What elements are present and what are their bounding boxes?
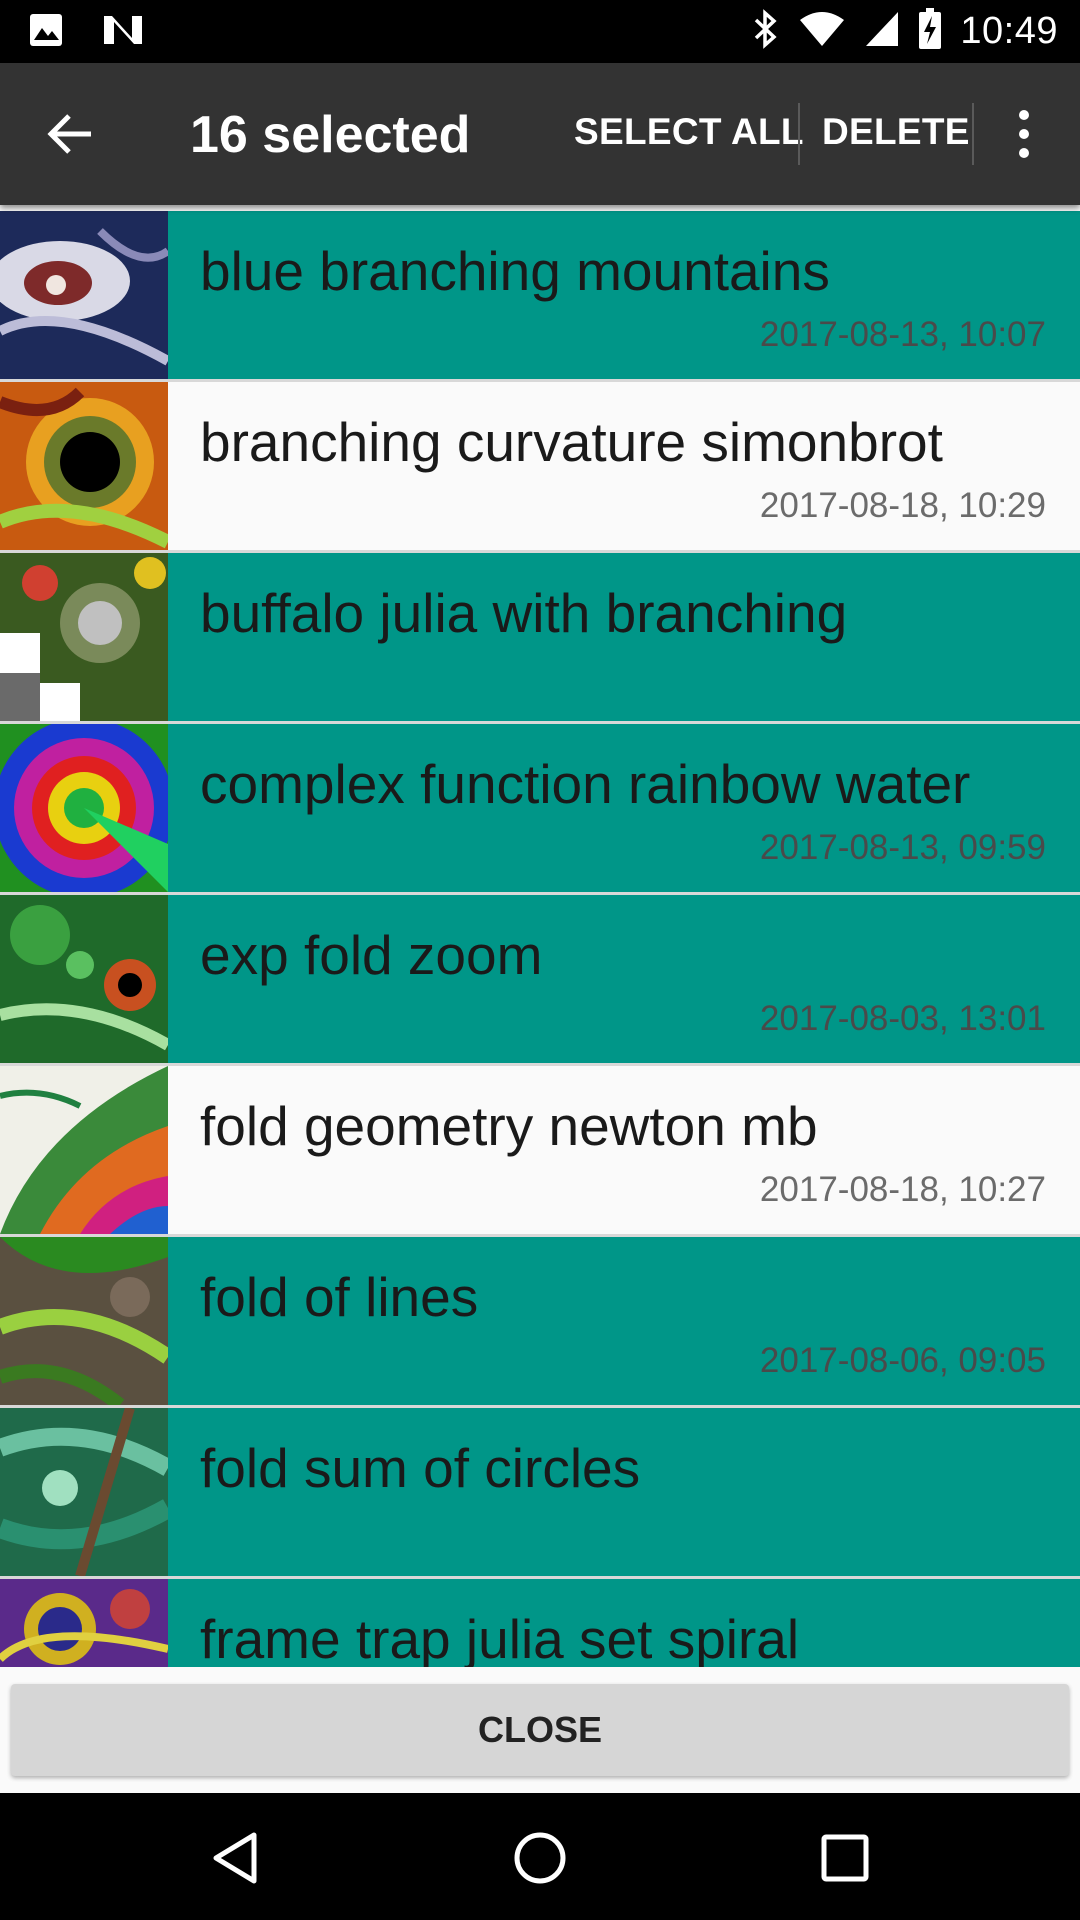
item-date: 2017-08-18, 10:29 [759, 486, 1046, 525]
item-title: complex function rainbow water [200, 753, 971, 815]
item-date: 2017-08-13, 10:07 [759, 315, 1046, 354]
select-all-button[interactable]: SELECT ALL [574, 111, 804, 153]
item-date: 2017-08-03, 13:01 [759, 999, 1046, 1038]
item-title: branching curvature simonbrot [200, 411, 943, 473]
list-item[interactable]: fold of lines 2017-08-06, 09:05 [0, 1237, 1080, 1408]
fractal-thumbnail [0, 1237, 168, 1405]
action-bar: 16 selected SELECT ALL DELETE [0, 63, 1080, 205]
fractal-thumbnail [0, 724, 168, 892]
list-item[interactable]: blue branching mountains 2017-08-13, 10:… [0, 211, 1080, 382]
navigation-bar [0, 1793, 1080, 1920]
status-time: 10:49 [960, 9, 1058, 52]
image-icon [28, 12, 64, 53]
item-title: buffalo julia with branching [200, 582, 848, 644]
fractal-thumbnail [0, 1579, 168, 1667]
item-title: blue branching mountains [200, 240, 830, 302]
list-item[interactable]: buffalo julia with branching [0, 553, 1080, 724]
arrow-left-icon[interactable] [36, 99, 106, 169]
fractal-thumbnail [0, 553, 168, 721]
item-date: 2017-08-06, 09:05 [759, 1341, 1046, 1380]
bluetooth-icon [752, 8, 780, 54]
item-title: fold sum of circles [200, 1437, 641, 1499]
item-title: fold of lines [200, 1266, 479, 1328]
item-title: frame trap julia set spiral [200, 1608, 800, 1667]
close-area: CLOSE [0, 1667, 1080, 1793]
fractal-thumbnail [0, 211, 168, 379]
status-bar: 10:49 [0, 0, 1080, 63]
fractal-thumbnail [0, 895, 168, 1063]
signal-icon [864, 10, 900, 53]
fractal-thumbnail [0, 382, 168, 550]
action-divider [798, 103, 800, 165]
nav-recents-icon[interactable] [810, 1823, 880, 1893]
fractal-thumbnail [0, 1408, 168, 1576]
fractal-list[interactable]: blue branching mountains 2017-08-13, 10:… [0, 205, 1080, 1667]
list-item[interactable]: frame trap julia set spiral [0, 1579, 1080, 1667]
item-title: fold geometry newton mb [200, 1095, 818, 1157]
wifi-icon [798, 10, 846, 53]
list-item[interactable]: complex function rainbow water 2017-08-1… [0, 724, 1080, 895]
action-divider [972, 103, 974, 165]
list-item[interactable]: fold sum of circles [0, 1408, 1080, 1579]
list-item[interactable]: branching curvature simonbrot 2017-08-18… [0, 382, 1080, 553]
list-item[interactable]: exp fold zoom 2017-08-03, 13:01 [0, 895, 1080, 1066]
nav-home-icon[interactable] [505, 1823, 575, 1893]
delete-button[interactable]: DELETE [822, 111, 970, 153]
fractal-thumbnail [0, 1066, 168, 1234]
more-vert-icon[interactable] [1000, 99, 1048, 169]
nav-back-icon[interactable] [200, 1823, 270, 1893]
selection-count-title: 16 selected [190, 106, 471, 164]
list-item[interactable]: fold geometry newton mb 2017-08-18, 10:2… [0, 1066, 1080, 1237]
close-button[interactable]: CLOSE [11, 1684, 1069, 1776]
n-icon [102, 12, 144, 53]
item-title: exp fold zoom [200, 924, 543, 986]
item-date: 2017-08-18, 10:27 [759, 1170, 1046, 1209]
item-date: 2017-08-13, 09:59 [759, 828, 1046, 867]
battery-charging-icon [918, 7, 942, 55]
